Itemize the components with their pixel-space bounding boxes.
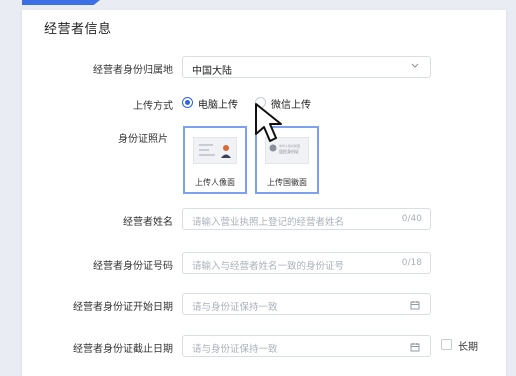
id-number-input[interactable]: 请输入与经营者姓名一致的身份证号 0/18 <box>182 252 431 274</box>
id-end-label: 经营者身份证截止日期 <box>73 344 173 355</box>
calendar-icon[interactable] <box>410 300 420 310</box>
long-term-checkbox[interactable] <box>441 339 452 350</box>
id-start-label: 经营者身份证开始日期 <box>73 302 173 313</box>
upload-method-label: 上传方式 <box>133 101 173 112</box>
region-label: 经营者身份归属地 <box>93 65 173 76</box>
id-number-label: 经营者身份证号码 <box>93 261 173 272</box>
portrait-card-icon <box>199 144 231 158</box>
section-title: 经营者信息 <box>44 22 112 37</box>
id-start-placeholder: 请与身份证保持一致 <box>192 302 278 313</box>
region-value: 中国大陆 <box>192 66 232 77</box>
id-photo-label: 身份证照片 <box>118 134 168 145</box>
section-accent-bar <box>22 0 100 5</box>
radio-computer-upload-label[interactable]: 电脑上传 <box>198 96 238 111</box>
region-select[interactable]: 中国大陆 <box>182 56 431 78</box>
upload-back-caption: 上传国徽面 <box>267 178 307 187</box>
name-placeholder: 请输入营业执照上登记的经营者姓名 <box>192 217 345 228</box>
id-end-date-input[interactable]: 请与身份证保持一致 <box>182 335 431 357</box>
upload-front-button[interactable]: 上传人像面 <box>183 126 247 194</box>
back-card-text-2: 居民身份证 <box>279 148 299 154</box>
calendar-icon[interactable] <box>410 342 420 352</box>
mouse-cursor-icon <box>255 103 282 142</box>
name-input[interactable]: 请输入营业执照上登记的经营者姓名 0/40 <box>182 208 431 230</box>
radio-computer-upload[interactable] <box>182 97 193 108</box>
upload-front-caption: 上传人像面 <box>195 178 235 187</box>
name-label: 经营者姓名 <box>123 217 173 228</box>
chevron-down-icon <box>411 63 419 68</box>
id-number-counter: 0/18 <box>401 258 422 268</box>
id-card-front-illustration <box>193 137 237 164</box>
id-number-placeholder: 请输入与经营者姓名一致的身份证号 <box>192 261 345 272</box>
id-start-date-input[interactable]: 请与身份证保持一致 <box>182 293 431 315</box>
id-end-placeholder: 请与身份证保持一致 <box>192 344 278 355</box>
long-term-label[interactable]: 长期 <box>458 338 478 353</box>
name-counter: 0/40 <box>401 214 422 224</box>
